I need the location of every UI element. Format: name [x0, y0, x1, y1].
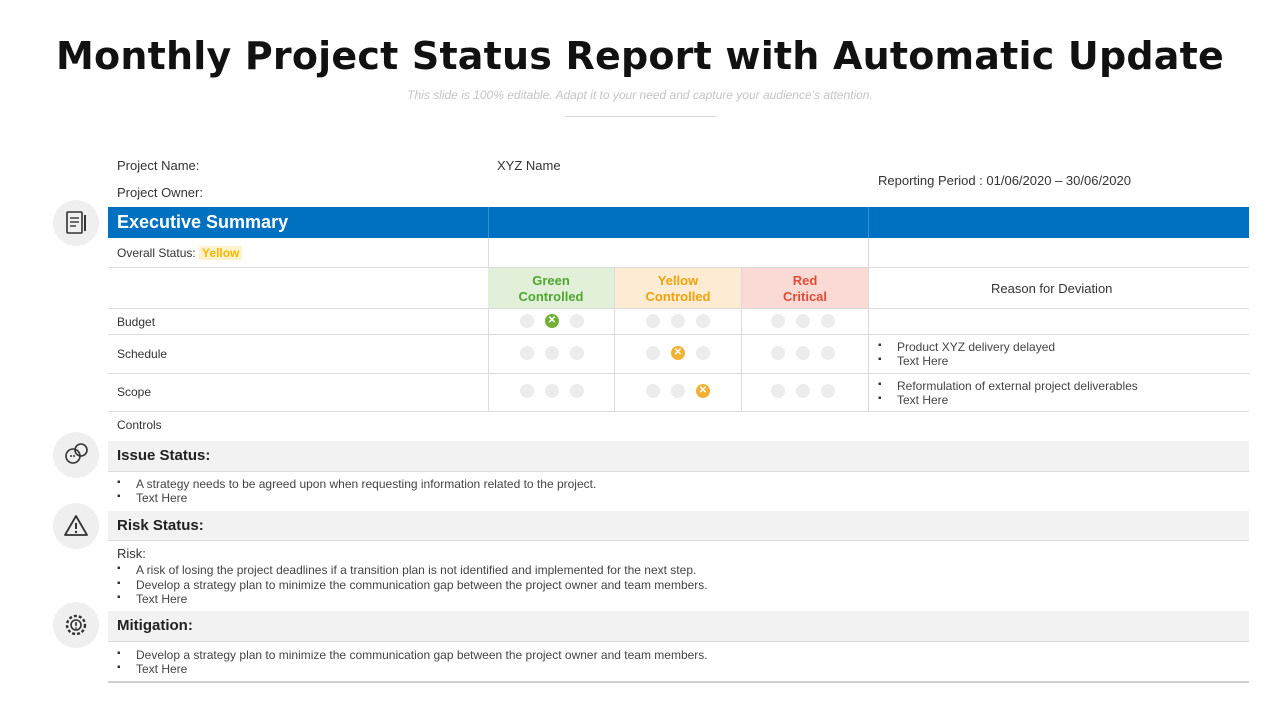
page-title: Monthly Project Status Report with Autom…	[56, 34, 1224, 78]
project-name-label: Project Name:	[117, 158, 200, 173]
column-header-line: Controlled	[645, 289, 711, 304]
status-indicator	[671, 314, 685, 328]
issue-item: Text Here	[117, 491, 187, 505]
status-indicator	[771, 384, 785, 398]
status-indicator	[570, 384, 584, 398]
column-header-line: Red	[792, 273, 818, 288]
row-label-scope: Scope	[117, 385, 152, 399]
status-indicator	[520, 384, 534, 398]
status-indicator-active: ✕	[545, 314, 559, 328]
status-indicator	[545, 384, 559, 398]
executive-summary-bar: Executive Summary	[108, 207, 1249, 238]
column-header-red: Red Critical	[742, 268, 868, 308]
mitigation-heading: Mitigation:	[117, 617, 193, 634]
status-indicator	[771, 346, 785, 360]
status-indicator	[821, 346, 835, 360]
status-indicator	[520, 346, 534, 360]
overall-status: Overall Status: Yellow	[117, 246, 243, 260]
grid-line	[108, 334, 1249, 335]
grid-line	[868, 238, 869, 411]
mitigation-item: Text Here	[117, 662, 187, 676]
report-icon	[53, 200, 99, 246]
risk-status-bar: Risk Status:	[108, 511, 1249, 541]
row-label-budget: Budget	[117, 315, 156, 329]
status-indicator	[796, 384, 810, 398]
overall-status-label: Overall Status:	[117, 246, 196, 260]
status-indicator	[520, 314, 534, 328]
subtitle-divider	[565, 116, 717, 117]
risk-item: A risk of losing the project deadlines i…	[117, 563, 696, 577]
reason-item: Text Here	[878, 393, 948, 407]
status-indicator	[646, 384, 660, 398]
issue-status-heading: Issue Status:	[117, 447, 211, 464]
column-header-yellow: Yellow Controlled	[615, 268, 741, 308]
status-indicator	[796, 346, 810, 360]
issue-status-bar: Issue Status:	[108, 441, 1249, 471]
row-label-schedule: Schedule	[117, 347, 168, 361]
status-indicator	[646, 346, 660, 360]
risk-status-heading: Risk Status:	[117, 517, 204, 534]
reason-item: Text Here	[878, 354, 948, 368]
status-indicator	[821, 384, 835, 398]
bottom-rule	[108, 681, 1249, 683]
reporting-period: Reporting Period : 01/06/2020 – 30/06/20…	[878, 173, 1131, 188]
grid-line	[108, 471, 1249, 472]
column-header-line: Controlled	[518, 289, 584, 304]
overall-status-badge: Yellow	[199, 246, 243, 260]
column-header-reason: Reason for Deviation	[991, 281, 1113, 296]
grid-line	[108, 540, 1249, 541]
column-header-line: Critical	[782, 289, 828, 304]
grid-line	[488, 238, 489, 411]
reason-item: Reformulation of external project delive…	[878, 379, 1138, 393]
status-indicator-active: ✕	[671, 346, 685, 360]
status-indicator	[796, 314, 810, 328]
project-owner-label: Project Owner:	[117, 185, 203, 200]
status-indicator	[771, 314, 785, 328]
status-indicator-active: ✕	[696, 384, 710, 398]
discussion-icon	[53, 432, 99, 478]
grid-line	[108, 373, 1249, 374]
grid-line	[108, 308, 1249, 309]
mitigation-item: Develop a strategy plan to minimize the …	[117, 648, 708, 662]
status-indicator	[646, 314, 660, 328]
project-name-value: XYZ Name	[497, 158, 561, 173]
controls-label: Controls	[117, 418, 162, 432]
status-indicator	[696, 346, 710, 360]
reason-item: Product XYZ delivery delayed	[878, 340, 1055, 354]
column-header-line: Green	[532, 273, 570, 288]
column-header-green: Green Controlled	[488, 268, 614, 308]
status-indicator	[570, 346, 584, 360]
risk-sub-label: Risk:	[117, 546, 146, 561]
status-indicator	[671, 384, 685, 398]
gear-icon	[53, 602, 99, 648]
grid-line	[108, 641, 1249, 642]
status-indicator	[545, 346, 559, 360]
status-indicator	[821, 314, 835, 328]
grid-line	[108, 411, 1249, 412]
mitigation-bar: Mitigation:	[108, 611, 1249, 641]
risk-item: Develop a strategy plan to minimize the …	[117, 578, 708, 592]
warning-icon	[53, 503, 99, 549]
bar-divider	[868, 207, 869, 238]
column-header-line: Yellow	[657, 273, 699, 288]
status-indicator	[570, 314, 584, 328]
page-subtitle: This slide is 100% editable. Adapt it to…	[407, 88, 873, 102]
issue-item: A strategy needs to be agreed upon when …	[117, 477, 596, 491]
bar-divider	[488, 207, 489, 238]
risk-item: Text Here	[117, 592, 187, 606]
status-indicator	[696, 314, 710, 328]
executive-summary-heading: Executive Summary	[117, 212, 289, 232]
